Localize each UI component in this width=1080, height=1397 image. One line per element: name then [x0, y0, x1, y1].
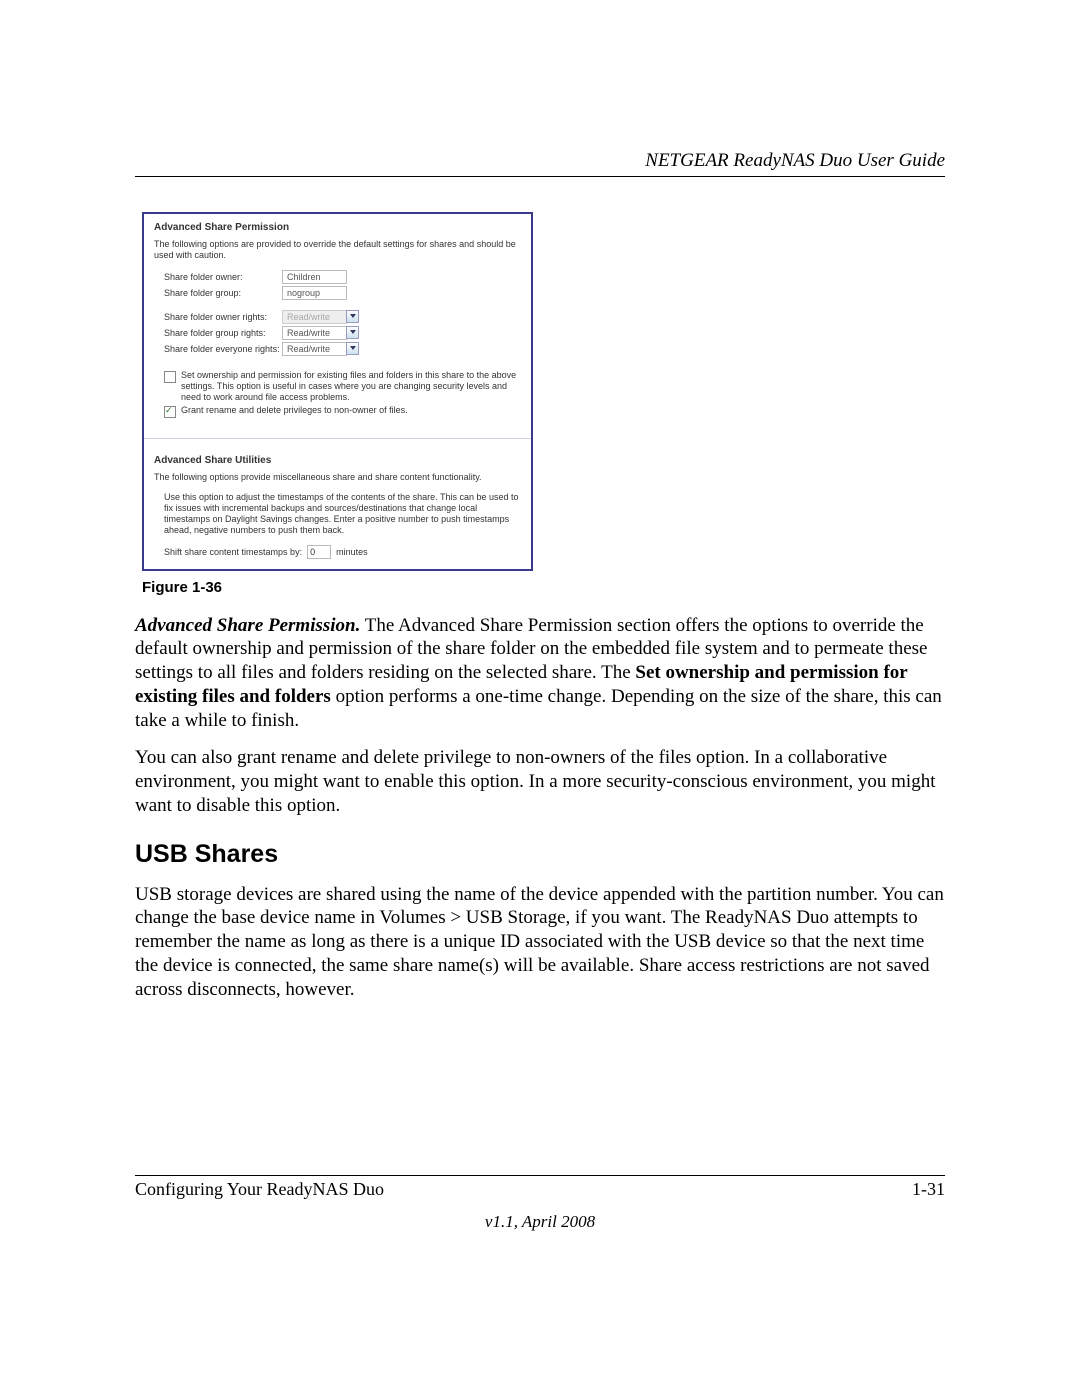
footer-page-number: 1-31 [912, 1179, 945, 1200]
document-page: NETGEAR ReadyNAS Duo User Guide Advanced… [0, 0, 1080, 1397]
field-label: Share folder everyone rights: [164, 344, 282, 354]
panel-title: Advanced Share Utilities [154, 455, 521, 466]
header-rule [135, 176, 945, 177]
field-row-everyone-rights: Share folder everyone rights: Read/write [164, 342, 521, 356]
field-label: Share folder group rights: [164, 328, 282, 338]
chevron-down-icon[interactable] [346, 326, 359, 339]
checkbox-label: Grant rename and delete privileges to no… [181, 405, 408, 416]
shift-minutes-input[interactable]: 0 [307, 545, 331, 559]
page-header-title: NETGEAR ReadyNAS Duo User Guide [135, 150, 945, 172]
body-paragraph-2: You can also grant rename and delete pri… [135, 746, 945, 817]
panel-title: Advanced Share Permission [154, 222, 521, 233]
chevron-down-icon[interactable] [346, 310, 359, 323]
field-row-owner-rights: Share folder owner rights: Read/write [164, 310, 521, 324]
checkbox-label: Set ownership and permission for existin… [181, 370, 521, 404]
field-label: Share folder owner rights: [164, 312, 282, 322]
owner-input[interactable]: Children [282, 270, 347, 284]
panel-separator [144, 438, 531, 439]
field-row-owner: Share folder owner: Children [164, 270, 521, 284]
field-label: Share folder group: [164, 288, 282, 298]
footer-row: Configuring Your ReadyNAS Duo 1-31 [135, 1179, 945, 1200]
grant-rename-checkbox-row: Grant rename and delete privileges to no… [164, 405, 521, 418]
field-label: Share folder owner: [164, 272, 282, 282]
set-ownership-checkbox[interactable] [164, 371, 176, 383]
chevron-down-icon[interactable] [346, 342, 359, 355]
panel-description: The following options provide miscellane… [154, 472, 521, 483]
body-paragraph-1: Advanced Share Permission. The Advanced … [135, 614, 945, 733]
page-footer: Configuring Your ReadyNAS Duo 1-31 v1.1,… [135, 1175, 945, 1232]
everyone-rights-select[interactable]: Read/write [282, 342, 347, 356]
timestamp-shift-row: Shift share content timestamps by: 0 min… [164, 545, 521, 559]
grant-rename-checkbox[interactable] [164, 406, 176, 418]
advanced-share-utilities-panel: Advanced Share Utilities The following o… [144, 447, 531, 568]
set-ownership-checkbox-row: Set ownership and permission for existin… [164, 370, 521, 404]
advanced-share-permission-panel: Advanced Share Permission The following … [144, 214, 531, 430]
paragraph-lead: Advanced Share Permission. [135, 615, 360, 636]
usb-shares-heading: USB Shares [135, 840, 945, 869]
shift-unit: minutes [336, 547, 368, 557]
owner-rights-select[interactable]: Read/write [282, 310, 347, 324]
figure-caption: Figure 1-36 [142, 579, 945, 596]
screenshot-figure: Advanced Share Permission The following … [142, 212, 533, 571]
footer-chapter-title: Configuring Your ReadyNAS Duo [135, 1179, 384, 1200]
body-paragraph-3: USB storage devices are shared using the… [135, 883, 945, 1002]
field-row-group-rights: Share folder group rights: Read/write [164, 326, 521, 340]
footer-version: v1.1, April 2008 [135, 1212, 945, 1232]
field-row-group: Share folder group: nogroup [164, 286, 521, 300]
group-rights-select[interactable]: Read/write [282, 326, 347, 340]
shift-label: Shift share content timestamps by: [164, 547, 302, 557]
panel-description: The following options are provided to ov… [154, 239, 521, 262]
group-input[interactable]: nogroup [282, 286, 347, 300]
footer-rule [135, 1175, 945, 1176]
panel-note: Use this option to adjust the timestamps… [164, 492, 521, 537]
